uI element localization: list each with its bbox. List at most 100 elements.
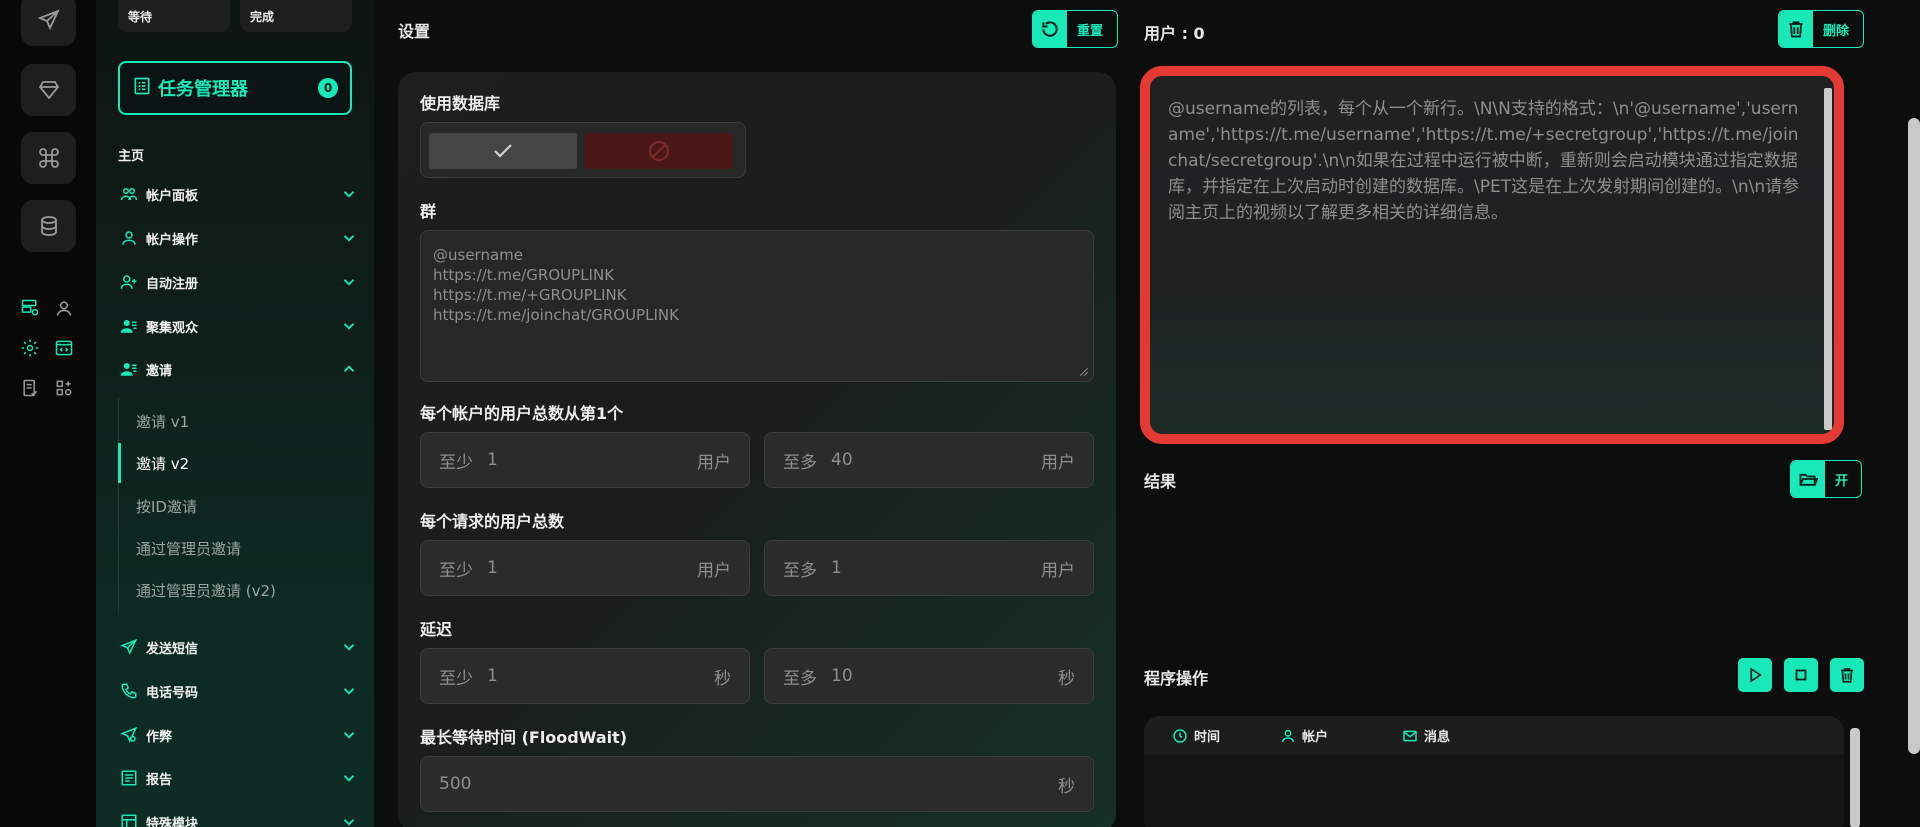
send-icon[interactable] [21, 0, 76, 46]
map-pin-icon[interactable] [53, 297, 75, 319]
task-manager-button[interactable]: 任务管理器 0 [118, 61, 352, 115]
clock-icon [1173, 728, 1187, 743]
sidebar-item-label: 报告 [146, 772, 173, 788]
chevron-down-icon [343, 279, 355, 286]
user-icon [118, 227, 140, 249]
settings-panel: 设置 重置 使用数据库 群 @username https://t.me/GRO… [374, 0, 1134, 827]
sidebar-item-cheat[interactable]: 作弊 [118, 723, 358, 747]
unit-label: 用户 [697, 452, 731, 473]
play-icon [1750, 667, 1762, 683]
modules-icon[interactable] [53, 377, 75, 399]
server-settings-icon[interactable] [19, 297, 41, 319]
per-account-max-input[interactable]: 至多 40 用户 [764, 432, 1094, 488]
reset-label: 重置 [1077, 23, 1104, 39]
unit-label: 秒 [714, 668, 731, 689]
mail-icon [1403, 730, 1417, 741]
stop-button[interactable] [1784, 658, 1818, 692]
delay-max-input[interactable]: 至多 10 秒 [764, 648, 1094, 704]
stat-waiting: 等待 [118, 0, 230, 32]
sidebar-item-gather-audience[interactable]: 聚集观众 [118, 314, 358, 338]
chevron-down-icon [343, 775, 355, 782]
send-icon [118, 636, 140, 658]
chevron-down-icon [343, 323, 355, 330]
max-prefix: 至多 [783, 668, 817, 689]
delay-label: 延迟 [420, 620, 453, 639]
diamond-icon[interactable] [21, 64, 76, 116]
stat-done: 完成 [240, 0, 352, 32]
sub-item-invite-admin-v2[interactable]: 通过管理员邀请 (v2) [136, 580, 276, 601]
checklist-icon[interactable] [19, 377, 41, 399]
code-window-icon[interactable] [53, 337, 75, 359]
use-db-no-button[interactable] [585, 133, 733, 169]
min-value: 1 [487, 666, 498, 686]
min-prefix: 至少 [439, 560, 473, 581]
ops-title: 程序操作 [1144, 669, 1209, 688]
sub-item-invite-by-id[interactable]: 按ID邀请 [136, 496, 197, 517]
log-scrollbar[interactable] [1850, 728, 1860, 827]
results-title: 结果 [1144, 472, 1177, 491]
sub-item-invite-admin[interactable]: 通过管理员邀请 [136, 538, 241, 559]
page-scrollbar[interactable] [1908, 118, 1920, 754]
unit-label: 秒 [1058, 668, 1075, 689]
sub-item-invite-v2[interactable]: 邀请 v2 [136, 453, 189, 474]
icon-rail [0, 0, 96, 827]
database-icon[interactable] [21, 200, 76, 252]
chevron-down-icon [343, 819, 355, 826]
sidebar-home[interactable]: 主页 [118, 145, 144, 164]
delete-button[interactable]: 删除 [1778, 10, 1864, 48]
sidebar-item-phone-numbers[interactable]: 电话号码 [118, 679, 358, 703]
folder-open-icon [1791, 461, 1825, 497]
sidebar-item-label: 帐户面板 [146, 188, 199, 204]
open-folder-button[interactable]: 开 [1790, 460, 1862, 498]
sidebar-item-account-panel[interactable]: 帐户面板 [118, 182, 358, 206]
play-button[interactable] [1738, 658, 1772, 692]
floodwait-input[interactable]: 500 秒 [420, 756, 1094, 812]
sidebar-item-special-modules[interactable]: 特殊模块 [118, 810, 358, 827]
chevron-down-icon [343, 235, 355, 242]
sidebar-item-label: 作弊 [146, 729, 173, 745]
chevron-down-icon [343, 644, 355, 651]
floodwait-label: 最长等待时间 (FloodWait) [420, 728, 628, 747]
min-value: 1 [487, 558, 498, 578]
reset-button[interactable]: 重置 [1032, 10, 1118, 48]
delay-min-input[interactable]: 至少 1 秒 [420, 648, 750, 704]
min-prefix: 至少 [439, 668, 473, 689]
report-icon [118, 767, 140, 789]
max-value: 1 [831, 558, 842, 578]
phone-icon [118, 680, 140, 702]
sidebar-item-auto-register[interactable]: 自动注册 [118, 270, 358, 294]
unit-label: 用户 [697, 560, 731, 581]
unit-label: 用户 [1041, 452, 1075, 473]
log-col-label: 时间 [1194, 730, 1221, 745]
per-account-min-input[interactable]: 至少 1 用户 [420, 432, 750, 488]
use-db-label: 使用数据库 [420, 94, 501, 113]
group-textarea[interactable]: @username https://t.me/GROUPLINK https:/… [420, 230, 1094, 382]
resize-grip-icon[interactable] [1079, 367, 1089, 377]
users-textarea-scrollbar[interactable] [1824, 88, 1832, 430]
user-group-icon [118, 315, 140, 337]
sub-item-invite-v1[interactable]: 邀请 v1 [136, 411, 189, 432]
per-request-min-input[interactable]: 至少 1 用户 [420, 540, 750, 596]
module-icon [118, 811, 140, 827]
trash-icon [1779, 11, 1813, 47]
sidebar-item-send-sms[interactable]: 发送短信 [118, 635, 358, 659]
sidebar-item-report[interactable]: 报告 [118, 766, 358, 790]
per-request-max-input[interactable]: 至多 1 用户 [764, 540, 1094, 596]
command-icon[interactable] [21, 132, 76, 184]
use-db-toggle [420, 122, 746, 178]
use-db-yes-button[interactable] [429, 133, 577, 169]
sidebar-item-account-ops[interactable]: 帐户操作 [118, 226, 358, 250]
per-request-label: 每个请求的用户总数 [420, 512, 565, 531]
log-col-message: 消息 [1402, 726, 1450, 745]
sidebar-item-label: 电话号码 [146, 685, 199, 701]
clear-log-button[interactable] [1830, 658, 1864, 692]
user-plus-icon [118, 271, 140, 293]
sidebar-item-invite[interactable]: 邀请 [118, 357, 358, 381]
users-textarea[interactable]: @username的列表，每个从一个新行。\N\N支持的格式：\n'@usern… [1140, 66, 1844, 444]
app-window: 等待 完成 任务管理器 0 主页 帐户面板 帐户操作 自动注册 聚集观众 邀请 … [0, 0, 1920, 827]
task-list-icon [132, 76, 152, 100]
send-gear-icon [118, 724, 140, 746]
chevron-down-icon [343, 191, 355, 198]
gear-icon[interactable] [19, 337, 41, 359]
log-table: 时间 帐户 消息 [1144, 716, 1844, 827]
